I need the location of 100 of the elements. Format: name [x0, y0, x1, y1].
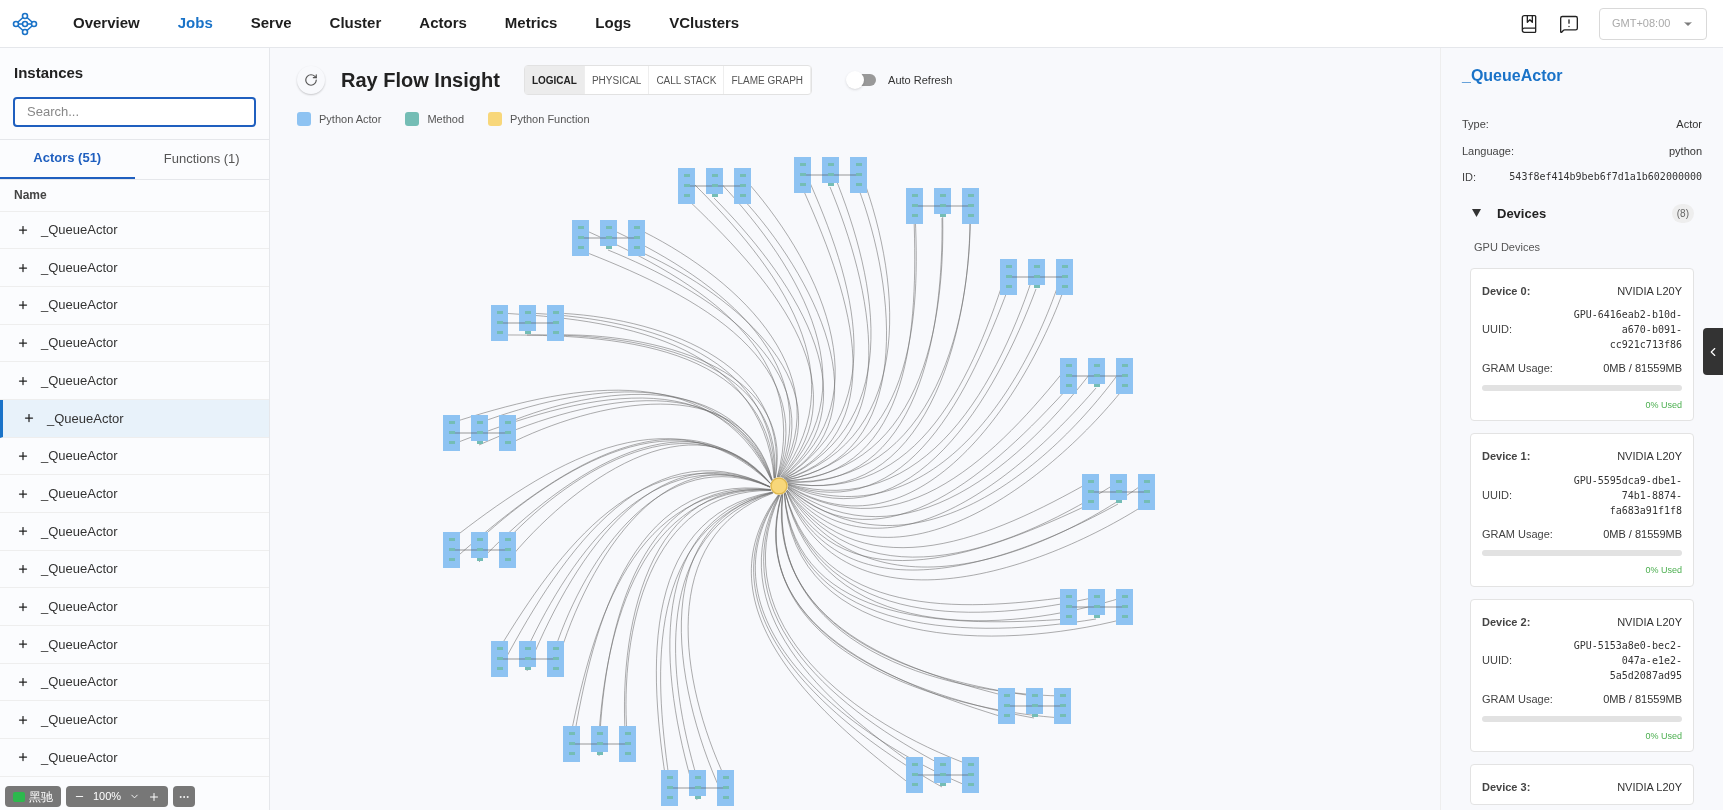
view-tab[interactable]: LOGICAL [524, 66, 585, 94]
actor-row[interactable]: _QueueActor [0, 249, 269, 287]
expand-icon[interactable] [17, 676, 29, 689]
expand-icon[interactable] [17, 487, 29, 500]
device-model: NVIDIA L20Y [1617, 449, 1682, 464]
expand-icon[interactable] [17, 751, 29, 764]
auto-refresh-toggle[interactable] [848, 74, 877, 86]
actor-name: _QueueActor [41, 748, 118, 767]
nav-link[interactable]: Serve [231, 12, 311, 35]
feedback-icon[interactable] [1559, 13, 1579, 34]
actor-name: _QueueActor [41, 673, 118, 692]
actor-row[interactable]: _QueueActor [0, 513, 269, 551]
actor-row[interactable]: _QueueActor [0, 626, 269, 664]
actor-row[interactable]: _QueueActor [0, 286, 269, 325]
actor-row[interactable]: _QueueActor [0, 324, 269, 363]
expand-icon[interactable] [17, 563, 29, 576]
usage-value: 0MB / 81559MB [1603, 526, 1682, 542]
expand-icon[interactable] [17, 713, 29, 726]
usage-label: GRAM Usage: [1482, 361, 1553, 376]
device-name: Device 1: [1482, 449, 1531, 464]
actor-row[interactable]: _QueueActor [0, 701, 269, 740]
expand-icon[interactable] [17, 223, 29, 236]
actor-row[interactable]: _QueueActor [0, 588, 269, 627]
nav-link[interactable]: Metrics [485, 12, 577, 35]
recorder-badge[interactable]: 黑驰 [5, 786, 61, 807]
column-header: Name [0, 179, 269, 212]
actor-row[interactable]: _QueueActor [0, 663, 269, 702]
view-tab[interactable]: CALL STACK [649, 66, 725, 94]
nav-link[interactable]: VClusters [650, 12, 759, 35]
actor-row[interactable]: _QueueActor [0, 550, 269, 589]
book-icon[interactable] [1519, 13, 1539, 34]
actor-node-group[interactable] [678, 168, 751, 204]
nav-link[interactable]: Overview [54, 12, 159, 35]
expand-icon[interactable] [23, 412, 35, 425]
actor-name: _QueueActor [41, 597, 118, 616]
actor-node-group[interactable] [906, 757, 979, 793]
actor-name: _QueueActor [41, 371, 118, 390]
page-title: Ray Flow Insight [341, 68, 500, 93]
actor-row[interactable]: _QueueActor [0, 739, 269, 777]
expand-icon[interactable] [17, 449, 29, 462]
actor-row[interactable]: _QueueActor [0, 362, 269, 400]
expand-icon[interactable] [17, 299, 29, 312]
actor-node-group[interactable] [661, 770, 734, 806]
actor-node-group[interactable] [998, 688, 1071, 724]
field-value: 543f8ef414b9beb6f7d1a1b602000000 [1508, 170, 1702, 185]
uuid-value: GPU-5153a8e0-bec2-047a-e1e2-5a5d2087ad95 [1572, 639, 1682, 683]
actor-node-group[interactable] [443, 532, 516, 568]
view-tab[interactable]: FLAME GRAPH [724, 66, 812, 94]
actor-node-group[interactable] [563, 726, 636, 762]
zoom-control[interactable]: 100% [66, 786, 169, 807]
actor-node-group[interactable] [1082, 474, 1155, 510]
actor-row[interactable]: _QueueActor [0, 399, 269, 438]
usage-value: 0MB / 81559MB [1603, 692, 1682, 707]
refresh-icon [304, 73, 318, 87]
nav-link[interactable]: Cluster [310, 12, 401, 35]
device-name: Device 2: [1482, 614, 1531, 630]
actor-name: _QueueActor [41, 221, 118, 240]
actor-name: _QueueActor [41, 522, 118, 541]
view-tab[interactable]: PHYSICAL [584, 66, 650, 94]
device-model: NVIDIA L20Y [1617, 780, 1682, 795]
tab[interactable]: Functions (1) [134, 139, 269, 179]
section-title: Devices [1497, 204, 1547, 223]
nav-link[interactable]: Jobs [158, 12, 232, 35]
more-button[interactable] [173, 786, 196, 807]
expand-icon[interactable] [17, 638, 29, 651]
search-field[interactable]: Search... [13, 96, 256, 127]
actor-node-group[interactable] [443, 415, 516, 451]
usage-percent: 0% Used [1645, 398, 1682, 412]
usage-label: GRAM Usage: [1482, 526, 1553, 542]
actor-node-group[interactable] [794, 157, 867, 193]
expand-icon[interactable] [17, 261, 29, 274]
actor-node-group[interactable] [491, 305, 564, 341]
actor-node-group[interactable] [906, 188, 979, 224]
expand-icon[interactable] [17, 336, 29, 349]
actor-name: _QueueActor [41, 447, 118, 466]
nav-link[interactable]: Logs [576, 12, 651, 35]
actor-node-group[interactable] [1060, 589, 1133, 625]
actor-node-group[interactable] [491, 641, 564, 677]
usage-percent: 0% Used [1645, 564, 1682, 577]
function-node[interactable] [770, 477, 788, 495]
tab[interactable]: Actors (51) [0, 139, 135, 179]
actor-row[interactable]: _QueueActor [0, 475, 269, 513]
group-label: GPU Devices [1473, 240, 1542, 255]
legend-label: Method [427, 111, 465, 127]
collapse-panel-button[interactable] [1703, 328, 1723, 375]
actor-row[interactable]: _QueueActor [0, 211, 269, 250]
actor-name: _QueueActor [41, 296, 118, 315]
expand-icon[interactable] [17, 374, 29, 387]
zoom-in-icon[interactable] [148, 790, 161, 803]
expand-icon[interactable] [17, 525, 29, 538]
collapse-icon[interactable] [1472, 209, 1481, 218]
actor-node-group[interactable] [1000, 259, 1073, 295]
actor-row[interactable]: _QueueActor [0, 437, 269, 476]
actor-node-group[interactable] [1060, 358, 1133, 394]
nav-link[interactable]: Actors [400, 12, 486, 35]
actor-node-group[interactable] [572, 220, 645, 256]
detail-title: _QueueActor [1461, 66, 1564, 86]
expand-icon[interactable] [17, 600, 29, 613]
actor-name: _QueueActor [41, 258, 118, 277]
field-label: ID: [1462, 170, 1477, 185]
